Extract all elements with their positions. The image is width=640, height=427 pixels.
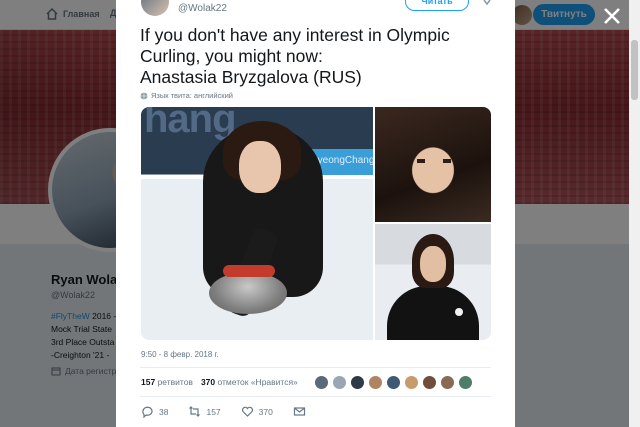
photo-stone-handle xyxy=(223,265,275,277)
reply-button[interactable]: 38 xyxy=(141,405,168,418)
tweet-photo-uniform[interactable] xyxy=(375,224,491,340)
tweet-modal: @Wolak22 Читать If you don't have any in… xyxy=(116,0,515,427)
tweet-photo-portrait[interactable] xyxy=(375,107,491,222)
likes-count: 370 xyxy=(200,377,216,387)
tweet-language-label: Язык твита: английский xyxy=(151,91,233,100)
retweet-count: 157 xyxy=(206,406,221,417)
like-count: 370 xyxy=(258,406,273,417)
tweet-text-line: Anastasia Bryzgalova (RUS) xyxy=(140,67,362,87)
liker-avatar[interactable] xyxy=(368,375,383,390)
liker-avatar[interactable] xyxy=(422,375,437,390)
reply-count: 38 xyxy=(159,406,169,417)
follow-button[interactable]: Читать xyxy=(405,0,469,11)
photo-athlete-face xyxy=(239,141,281,193)
likes-stat[interactable]: 370 отметок «Нравится» xyxy=(201,377,298,387)
tweet-text: If you don't have any interest in Olympi… xyxy=(140,25,490,88)
tweet-photo-curling[interactable]: hang PyeongChang xyxy=(141,107,373,340)
retweet-icon xyxy=(189,406,201,417)
like-button[interactable]: 370 xyxy=(241,405,273,418)
liker-avatar[interactable] xyxy=(458,375,473,390)
close-icon[interactable] xyxy=(601,5,623,27)
tweet-language: Язык твита: английский xyxy=(140,91,233,100)
divider xyxy=(140,367,491,368)
scrollbar-thumb[interactable] xyxy=(631,40,638,100)
liker-avatar[interactable] xyxy=(404,375,419,390)
likers-avatars xyxy=(314,375,473,390)
globe-icon xyxy=(140,92,148,99)
photo-uniform-face xyxy=(420,246,446,282)
retweet-button[interactable]: 157 xyxy=(188,405,221,418)
divider xyxy=(140,396,491,397)
liker-avatar[interactable] xyxy=(350,375,365,390)
retweets-count: 157 xyxy=(141,377,156,387)
retweets-stat[interactable]: 157 ретвитов xyxy=(141,377,193,387)
liker-avatar[interactable] xyxy=(332,375,347,390)
tweet-stats: 157 ретвитов 370 отметок «Нравится» xyxy=(141,377,298,387)
heart-icon xyxy=(241,406,253,417)
tweet-actions: 38 157 370 xyxy=(141,405,326,418)
photo-portrait-eyes xyxy=(417,159,451,163)
retweets-label: ретвитов xyxy=(157,377,193,387)
envelope-icon xyxy=(293,407,305,416)
liker-avatar[interactable] xyxy=(386,375,401,390)
tweet-text-line: Curling, you might now: xyxy=(140,46,323,66)
photo-uniform-body xyxy=(387,286,479,340)
photo-brand-text: hang xyxy=(144,107,237,141)
photo-uniform-logo xyxy=(455,308,463,316)
reply-icon xyxy=(142,406,153,418)
liker-avatar[interactable] xyxy=(440,375,455,390)
tweet-text-line: If you don't have any interest in Olympi… xyxy=(140,25,450,45)
likes-label: отметок «Нравится» xyxy=(217,377,298,387)
direct-message-button[interactable] xyxy=(293,405,306,418)
liker-avatar[interactable] xyxy=(314,375,329,390)
tweet-timestamp[interactable]: 9:50 - 8 февр. 2018 г. xyxy=(141,350,219,359)
photo-curling-stone xyxy=(209,272,287,314)
author-avatar[interactable] xyxy=(141,0,169,16)
author-handle[interactable]: @Wolak22 xyxy=(178,3,227,14)
chevron-down-icon[interactable] xyxy=(482,0,492,7)
